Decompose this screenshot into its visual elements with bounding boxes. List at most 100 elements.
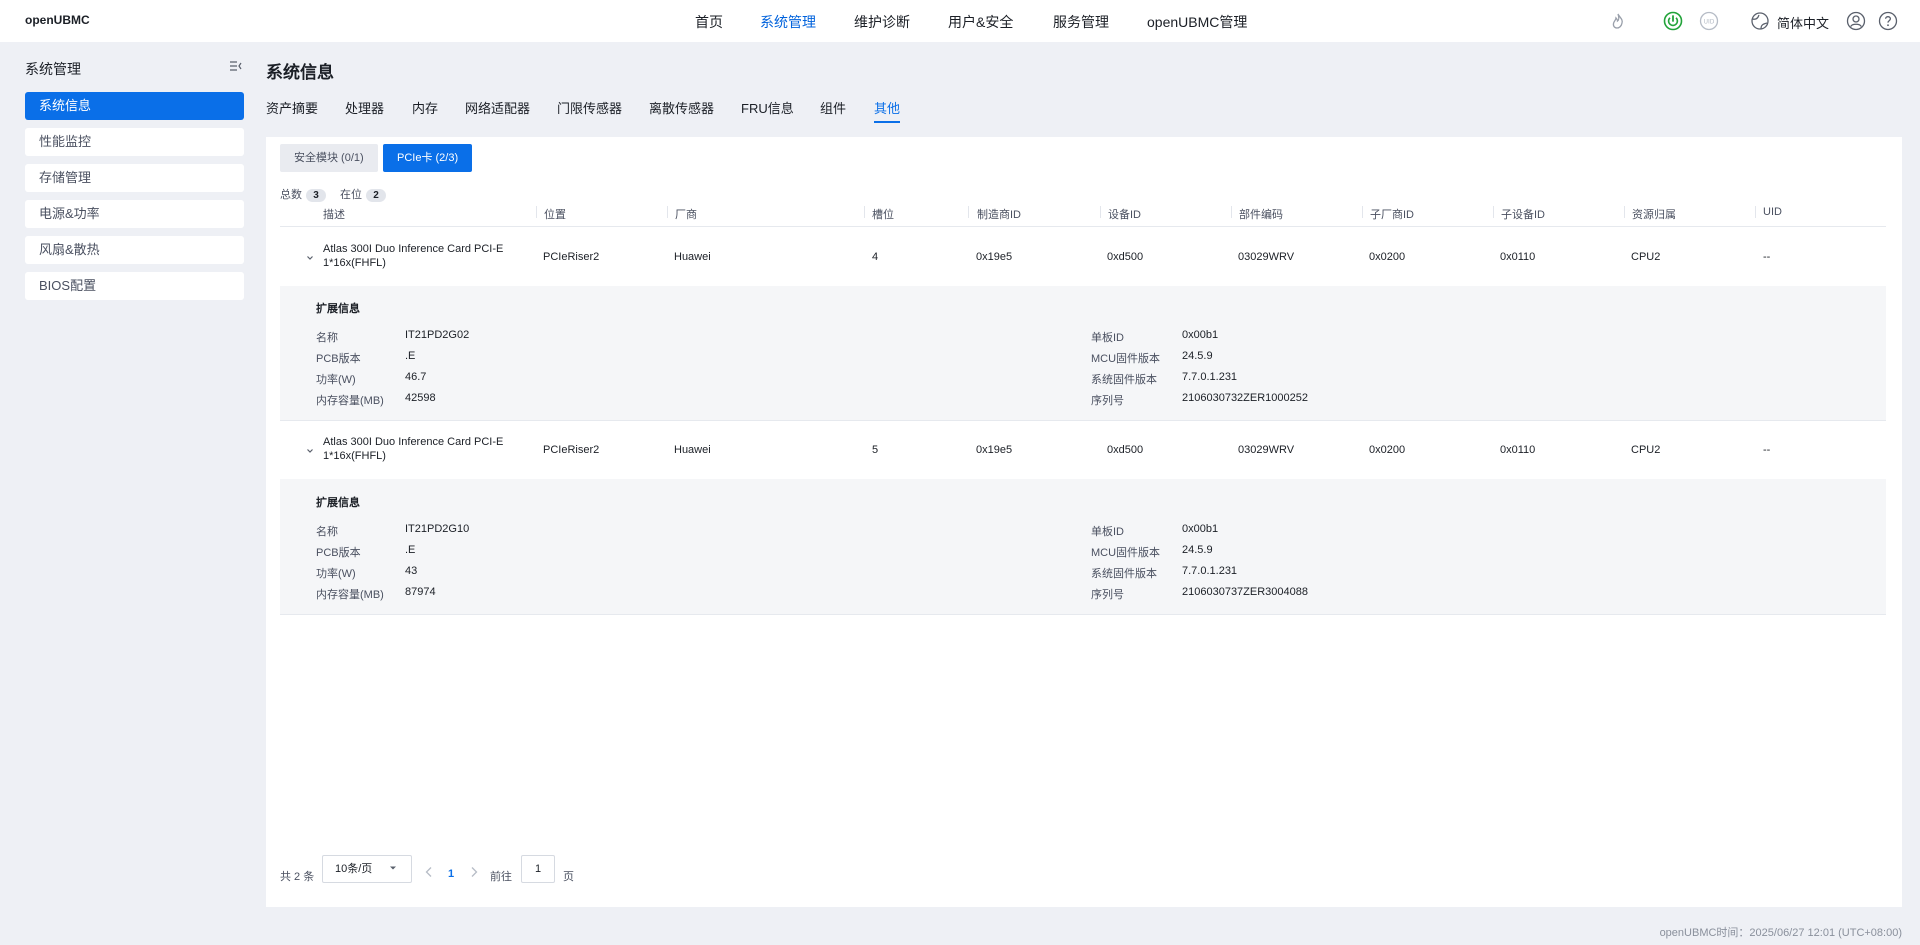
row-2-sub-device-id: 0x0110 (1500, 444, 1536, 456)
col-header-part-no: 部件编码 (1239, 209, 1283, 221)
prev-page-icon[interactable] (424, 866, 434, 881)
col-header-device-id: 设备ID (1108, 209, 1141, 221)
row-2-resource: CPU2 (1631, 444, 1661, 456)
col-separator (1231, 206, 1232, 218)
nav-services[interactable]: 服务管理 (1053, 12, 1109, 32)
nav-openubmc-management[interactable]: openUBMC管理 (1147, 12, 1247, 32)
user-icon[interactable] (1846, 11, 1866, 31)
col-separator (1624, 206, 1625, 218)
sidebar-item-performance[interactable]: 性能监控 (25, 128, 244, 156)
page-number-current[interactable]: 1 (448, 868, 454, 880)
flame-icon[interactable] (1608, 11, 1628, 31)
col-separator (864, 206, 865, 218)
power-icon[interactable] (1663, 11, 1683, 31)
pagination-total: 共 2 条 (280, 871, 315, 883)
col-header-uid: UID (1763, 206, 1782, 218)
row-2-extended-info: 扩展信息 名称 IT21PD2G10 PCB版本 .E 功率(W) 43 内存容… (280, 479, 1886, 614)
ext-value-serial: 2106030737ZER3004088 (1182, 586, 1309, 598)
ext-key-power: 功率(W) (316, 374, 356, 386)
ext-value-serial: 2106030732ZER1000252 (1182, 392, 1309, 404)
ext-key-serial: 序列号 (1091, 589, 1124, 601)
ext-value-system-firmware: 7.7.0.1.231 (1182, 371, 1238, 383)
chevron-down-icon[interactable] (305, 445, 315, 455)
row-divider (280, 420, 1886, 421)
ext-value-board-id: 0x00b1 (1182, 523, 1219, 535)
col-separator (1100, 206, 1101, 218)
ext-value-power: 43 (405, 565, 418, 577)
col-header-location: 位置 (544, 209, 566, 221)
main-nav: 首页 系统管理 维护诊断 用户&安全 服务管理 openUBMC管理 (0, 0, 1920, 42)
uid-icon[interactable]: UID (1699, 11, 1719, 31)
col-separator (1755, 206, 1756, 218)
tab-network-adapter[interactable]: 网络适配器 (465, 98, 530, 117)
extended-info-title: 扩展信息 (316, 497, 360, 509)
ext-key-memory: 内存容量(MB) (316, 589, 384, 601)
sidebar-item-bios[interactable]: BIOS配置 (25, 272, 244, 300)
tab-asset-summary[interactable]: 资产摘要 (266, 98, 318, 117)
page-size-select[interactable]: 10条/页 (322, 855, 412, 883)
col-separator (968, 206, 969, 218)
tab-discrete-sensor[interactable]: 离散传感器 (649, 98, 714, 117)
row-2-vendor-id: 0x19e5 (976, 444, 1013, 456)
ext-value-power: 46.7 (405, 371, 427, 383)
total-label: 总数 (280, 189, 302, 201)
ext-key-board-id: 单板ID (1091, 332, 1124, 344)
tab-processor[interactable]: 处理器 (345, 98, 384, 117)
ext-key-system-firmware: 系统固件版本 (1091, 374, 1157, 386)
tab-threshold-sensor[interactable]: 门限传感器 (557, 98, 622, 117)
extended-info-title: 扩展信息 (316, 303, 360, 315)
nav-user-security[interactable]: 用户&安全 (948, 12, 1013, 32)
ext-key-pcb-version: PCB版本 (316, 353, 361, 365)
collapse-menu-icon[interactable] (229, 59, 245, 75)
goto-page-input[interactable]: 1 (521, 855, 555, 883)
present-label: 在位 (340, 189, 362, 201)
nav-maintenance[interactable]: 维护诊断 (854, 12, 910, 32)
sidebar-item-power[interactable]: 电源&功率 (25, 200, 244, 228)
col-separator (667, 206, 668, 218)
tab-components[interactable]: 组件 (820, 98, 846, 117)
help-icon[interactable] (1878, 11, 1898, 31)
row-1-extended-info: 扩展信息 名称 IT21PD2G02 PCB版本 .E 功率(W) 46.7 内… (280, 286, 1886, 420)
sidebar: 系统管理 系统信息 性能监控 存储管理 电源&功率 风扇&散热 BIOS配置 (0, 42, 265, 945)
row-1-vendor-id: 0x19e5 (976, 251, 1013, 263)
col-separator (1493, 206, 1494, 218)
ext-key-power: 功率(W) (316, 568, 356, 580)
sidebar-item-storage[interactable]: 存储管理 (25, 164, 244, 192)
row-2-description: Atlas 300I Duo Inference Card PCI-E 1*16… (323, 436, 504, 462)
col-header-resource: 资源归属 (1632, 209, 1676, 221)
tab-others[interactable]: 其他 (874, 98, 901, 123)
total-count-badge: 3 (306, 189, 326, 202)
tab-fru-info[interactable]: FRU信息 (741, 98, 794, 117)
ext-key-system-firmware: 系统固件版本 (1091, 568, 1157, 580)
chevron-down-icon[interactable] (305, 252, 315, 262)
row-1-vendor: Huawei (674, 251, 711, 263)
globe-icon[interactable] (1750, 11, 1770, 31)
subtab-pcie-card[interactable]: PCIe卡 (2/3) (383, 144, 473, 172)
ext-value-pcb-version: .E (405, 544, 416, 556)
sidebar-item-system-info[interactable]: 系统信息 (25, 92, 244, 120)
col-header-sub-device-id: 子设备ID (1501, 209, 1545, 221)
page-suffix: 页 (563, 871, 574, 883)
col-separator (1362, 206, 1363, 218)
row-1-slot: 4 (872, 251, 879, 263)
svg-text:UID: UID (1704, 19, 1715, 26)
row-2-vendor: Huawei (674, 444, 711, 456)
tab-memory[interactable]: 内存 (412, 98, 438, 117)
caret-down-icon (389, 856, 397, 882)
ext-value-name: IT21PD2G10 (405, 523, 470, 535)
sidebar-title: 系统管理 (25, 61, 81, 77)
col-header-vendor: 厂商 (675, 209, 697, 221)
subtab-security-module[interactable]: 安全模块 (0/1) (280, 144, 378, 172)
col-header-slot: 槽位 (872, 209, 894, 221)
row-1-location: PCIeRiser2 (543, 251, 600, 263)
ext-key-pcb-version: PCB版本 (316, 547, 361, 559)
row-1-sub-device-id: 0x0110 (1500, 251, 1536, 263)
row-2-device-id: 0xd500 (1107, 444, 1144, 456)
footer-time: openUBMC时间：2025/06/27 12:01 (UTC+08:00) (1659, 927, 1902, 939)
language-selector[interactable]: 简体中文 (1777, 13, 1829, 32)
next-page-icon[interactable] (469, 866, 479, 881)
sidebar-item-fan-cooling[interactable]: 风扇&散热 (25, 236, 244, 264)
nav-home[interactable]: 首页 (695, 12, 723, 32)
nav-system-management[interactable]: 系统管理 (760, 12, 816, 32)
ext-value-pcb-version: .E (405, 350, 416, 362)
